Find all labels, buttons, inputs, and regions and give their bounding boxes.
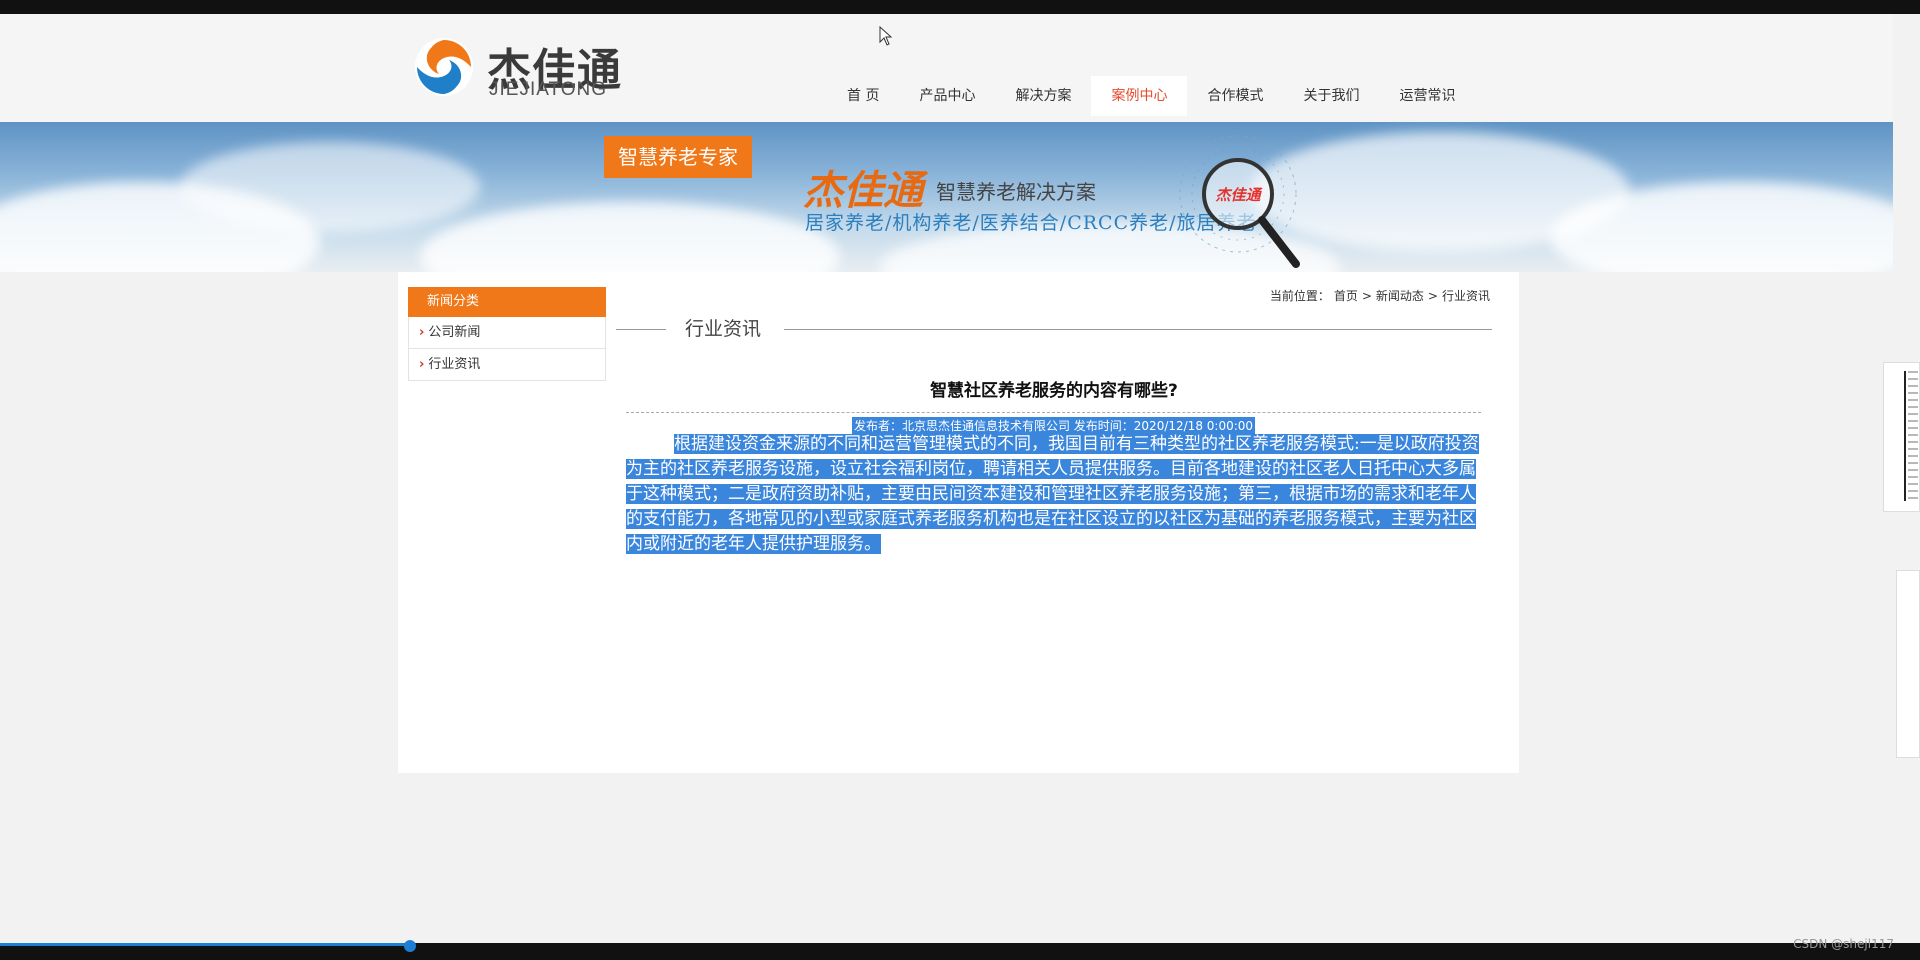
mouse-cursor-icon — [879, 26, 893, 46]
divider — [784, 329, 1492, 330]
article-title: 智慧社区养老服务的内容有哪些? — [930, 381, 1178, 401]
bottom-black-bar — [0, 940, 1920, 960]
site-logo[interactable]: 杰佳通 JIEJIATONG — [413, 34, 643, 104]
nav-products[interactable]: 产品中心 — [899, 76, 995, 116]
banner-badge: 智慧养老专家 — [604, 136, 752, 178]
side-thumbnail[interactable] — [1883, 362, 1920, 512]
site-header: 杰佳通 JIEJIATONG 首 页 产品中心 解决方案 案例中心 合作模式 关… — [0, 14, 1893, 122]
sidebar-item-industry-news[interactable]: › 行业资讯 — [408, 349, 606, 381]
sidebar-item-label: 行业资讯 — [428, 357, 481, 372]
video-progress-knob[interactable] — [404, 940, 416, 952]
video-progress-bar[interactable] — [0, 943, 410, 946]
nav-home[interactable]: 首 页 — [827, 76, 899, 116]
breadcrumb-prefix: 当前位置： — [1269, 289, 1330, 303]
cloud — [420, 202, 840, 272]
nav-cooperation[interactable]: 合作模式 — [1187, 76, 1283, 116]
breadcrumb-home[interactable]: 首页 — [1334, 289, 1358, 303]
nav-cases[interactable]: 案例中心 — [1091, 76, 1188, 116]
magnifier-icon: 杰佳通 — [1179, 135, 1300, 268]
sidebar-item-company-news[interactable]: › 公司新闻 — [408, 317, 606, 349]
top-black-bar — [0, 0, 1920, 14]
breadcrumb-current[interactable]: 行业资讯 — [1442, 289, 1490, 303]
nav-about[interactable]: 关于我们 — [1283, 76, 1379, 116]
divider — [616, 329, 666, 330]
divider — [1904, 371, 1906, 501]
logo-english-text: JIEJIATONG — [489, 79, 608, 100]
breadcrumb-news[interactable]: 新闻动态 — [1376, 289, 1424, 303]
chevron-right-icon: › — [419, 357, 425, 372]
section-title: 行业资讯 — [685, 318, 762, 340]
banner-subtitle: 智慧养老解决方案 — [936, 180, 1096, 204]
article-body-text: 根据建设资金来源的不同和运营管理模式的不同，我国目前有三种类型的社区养老服务模式… — [626, 434, 1479, 554]
sidebar-title: 新闻分类 — [408, 287, 606, 317]
news-sidebar: 新闻分类 › 公司新闻 › 行业资讯 — [408, 287, 606, 381]
cloud — [180, 142, 480, 232]
breadcrumb-separator: > — [1427, 289, 1438, 303]
chevron-right-icon: › — [419, 325, 425, 340]
sidebar-item-label: 公司新闻 — [428, 325, 481, 340]
nav-solutions[interactable]: 解决方案 — [995, 76, 1091, 116]
content-panel: 新闻分类 › 公司新闻 › 行业资讯 当前位置： 首页 > 新闻动态 > 行业资讯 行业资讯 … — [398, 272, 1519, 773]
breadcrumb: 当前位置： 首页 > 新闻动态 > 行业资讯 — [1268, 287, 1492, 304]
magnifier-brand: 杰佳通 — [1215, 186, 1263, 204]
thumbnail-text-lines — [1908, 371, 1918, 501]
nav-operations[interactable]: 运营常识 — [1379, 76, 1475, 116]
main-nav: 首 页 产品中心 解决方案 案例中心 合作模式 关于我们 运营常识 — [827, 76, 1475, 116]
watermark: CSDN @shejl117 — [1793, 937, 1894, 951]
article-body: 根据建设资金来源的不同和运营管理模式的不同，我国目前有三种类型的社区养老服务模式… — [626, 432, 1482, 557]
logo-swirl-icon — [415, 38, 473, 96]
article-divider — [626, 412, 1481, 413]
hero-banner: 智慧养老专家 杰佳通 智慧养老解决方案 居家养老/机构养老/医养结合/CRCC养… — [0, 122, 1893, 272]
section-header: 行业资讯 — [616, 314, 1492, 344]
side-thumbnail[interactable] — [1896, 570, 1920, 758]
breadcrumb-separator: > — [1361, 289, 1372, 303]
